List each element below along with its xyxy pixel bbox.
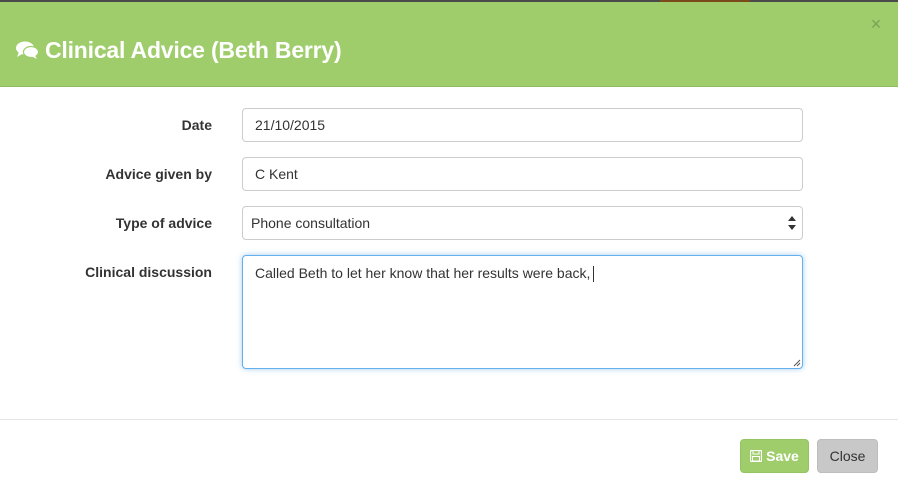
date-input[interactable]: 21/10/2015 (242, 108, 803, 142)
clinical-discussion-value: Called Beth to let her know that her res… (255, 265, 591, 281)
comments-icon (16, 41, 39, 59)
date-label: Date (181, 117, 212, 133)
modal-title: Clinical Advice (Beth Berry) (15, 35, 342, 65)
clinical-discussion-label: Clinical discussion (85, 264, 212, 280)
close-icon[interactable]: × (868, 15, 884, 33)
floppy-disk-icon (750, 450, 763, 462)
type-of-advice-label: Type of advice (115, 215, 212, 231)
close-button-label: Close (829, 448, 866, 464)
type-of-advice-value: Phone consultation (251, 215, 371, 231)
save-button-label: Save (766, 448, 799, 464)
advice-given-by-label: Advice given by (105, 166, 212, 182)
close-button[interactable]: Close (817, 439, 878, 473)
select-arrows-icon (788, 216, 796, 230)
footer-divider (0, 419, 898, 420)
date-value: 21/10/2015 (255, 117, 326, 133)
advice-given-by-value: C Kent (255, 166, 298, 182)
type-of-advice-select[interactable]: Phone consultation (242, 206, 803, 240)
modal-header: Clinical Advice (Beth Berry) × (0, 2, 898, 87)
resize-grip-icon[interactable] (793, 359, 801, 367)
clinical-discussion-textarea[interactable]: Called Beth to let her know that her res… (242, 255, 803, 369)
save-button[interactable]: Save (740, 439, 809, 473)
text-caret (593, 266, 595, 283)
advice-given-by-input[interactable]: C Kent (242, 157, 803, 191)
modal-title-text: Clinical Advice (Beth Berry) (45, 36, 342, 63)
